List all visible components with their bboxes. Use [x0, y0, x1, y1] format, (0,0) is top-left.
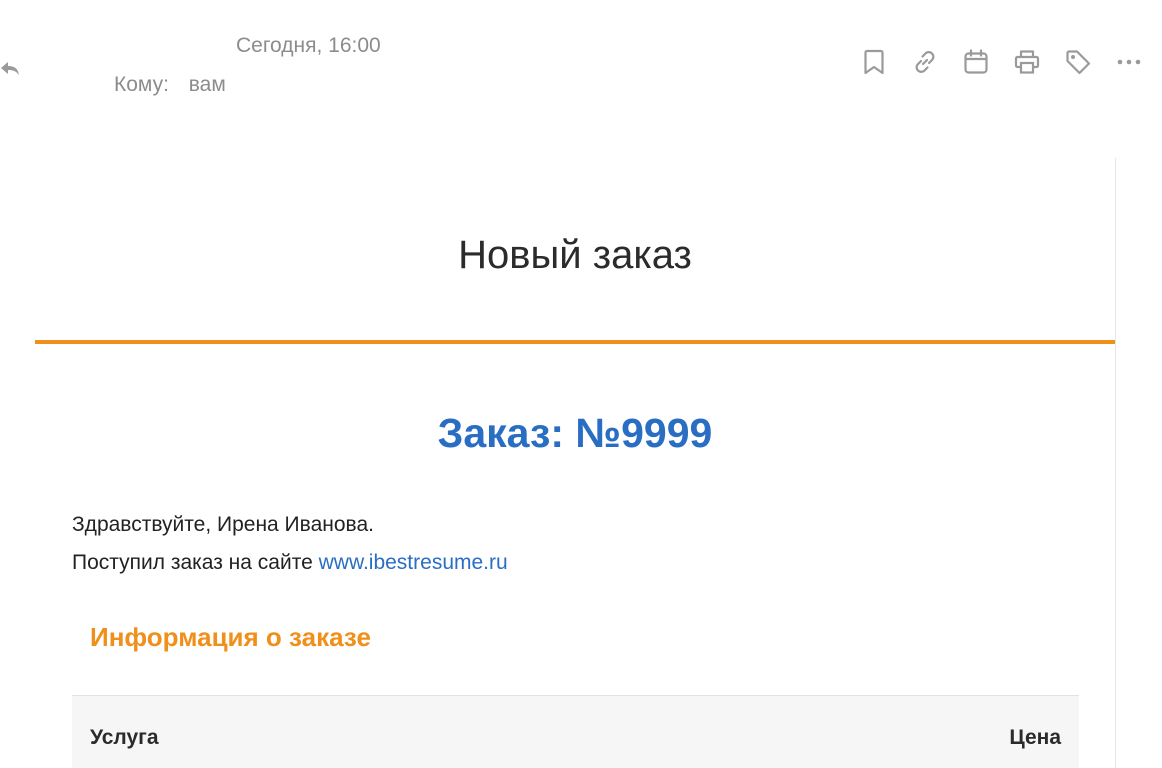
- email-heading: Новый заказ: [458, 233, 692, 277]
- column-header-price: Цена: [1009, 726, 1061, 749]
- order-info-title: Информация о заказе: [90, 622, 371, 652]
- calendar-icon[interactable]: [958, 44, 994, 80]
- order-number: Заказ: №9999: [437, 410, 713, 456]
- print-icon[interactable]: [1009, 44, 1045, 80]
- recipient-line: Кому: вам: [114, 73, 226, 97]
- column-header-service: Услуга: [90, 726, 159, 749]
- divider: [35, 340, 1115, 344]
- message-date: Сегодня, 16:00: [236, 34, 381, 57]
- to-label: Кому:: [114, 73, 169, 96]
- site-link[interactable]: www.ibestresume.ru: [319, 551, 508, 574]
- more-icon[interactable]: [1111, 44, 1147, 80]
- link-icon[interactable]: [907, 44, 943, 80]
- order-notice-text: Поступил заказ на сайте: [72, 551, 313, 574]
- order-notice: Поступил заказ на сайте www.ibestresume.…: [72, 551, 508, 575]
- order-table-header: Услуга Цена: [72, 695, 1079, 768]
- email-content: Новый заказ Заказ: №9999 Здравствуйте, И…: [35, 158, 1116, 768]
- bookmark-icon[interactable]: [856, 44, 892, 80]
- greeting-text: Здравствуйте, Ирена Иванова.: [72, 513, 374, 536]
- tag-icon[interactable]: [1060, 44, 1096, 80]
- to-value[interactable]: вам: [189, 73, 226, 96]
- reply-icon[interactable]: [0, 56, 22, 80]
- message-toolbar: [856, 44, 1147, 80]
- email-view: Сегодня, 16:00 Кому: вам Новый заказ Зак…: [0, 0, 1162, 768]
